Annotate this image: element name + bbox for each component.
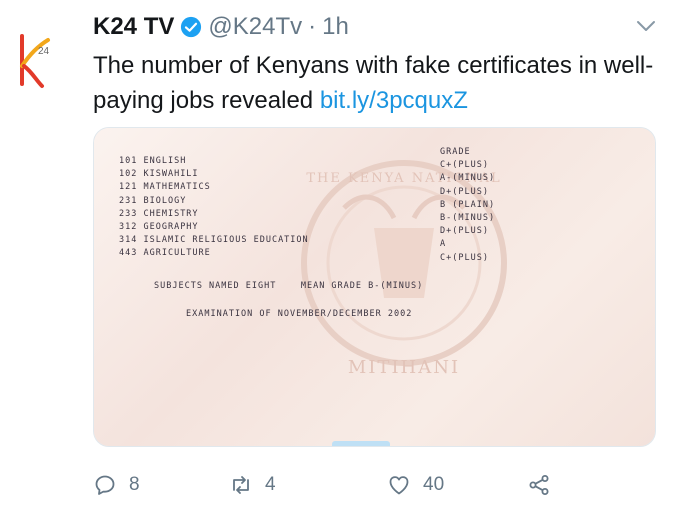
subject-row: 102 KISWAHILI — [119, 168, 309, 181]
subject-row: 121 MATHEMATICS — [119, 181, 309, 194]
subject-grade: C+(PLUS) — [440, 252, 489, 263]
subject-code: 121 — [119, 182, 138, 193]
subject-row: 233 CHEMISTRY — [119, 208, 309, 221]
crest-bottom-text: MITIHANI — [348, 357, 460, 378]
subject-name: ISLAMIC RELIGIOUS EDUCATION — [143, 235, 309, 246]
retweet-count: 4 — [265, 474, 276, 495]
subject-code: 443 — [119, 248, 138, 259]
subject-code: 233 — [119, 208, 138, 219]
separator-dot: · — [308, 13, 317, 40]
heart-icon — [389, 476, 409, 495]
subject-grade: B-(MINUS) — [440, 213, 496, 224]
tweet-header: K24 TV @K24Tv · 1h — [93, 12, 349, 42]
subject-name: AGRICULTURE — [143, 248, 211, 259]
subject-row: 312 GEOGRAPHY — [119, 221, 309, 234]
grade-header: GRADE — [440, 147, 471, 157]
subject-grade: B (PLAIN) — [440, 199, 496, 210]
tweet-link[interactable]: bit.ly/3pcquxZ — [320, 87, 468, 114]
subjects-summary: SUBJECTS NAMED EIGHT MEAN GRADE B-(MINUS… — [154, 280, 423, 293]
subject-row: 101 ENGLISH — [119, 155, 309, 168]
subject-row: 314 ISLAMIC RELIGIOUS EDUCATION — [119, 234, 309, 247]
account-name[interactable]: K24 TV — [93, 13, 174, 41]
k24-logo-avatar[interactable]: 24 — [14, 32, 60, 90]
share-button[interactable] — [527, 467, 563, 503]
tweet-media-image[interactable]: THE KENYA NATIONAL MITIHANI 101 ENGLISH 1… — [93, 127, 656, 447]
subject-row: 443 AGRICULTURE — [119, 247, 309, 260]
subject-code: 312 — [119, 222, 138, 233]
avatar-text: 24 — [38, 46, 50, 57]
subject-name: KISWAHILI — [143, 169, 199, 180]
grades-list: GRADE C+(PLUS) A-(MINUS) D+(PLUS) B (PLAIN) B… — [440, 146, 495, 265]
subject-code: 102 — [119, 169, 138, 180]
subject-row: 231 BIOLOGY — [119, 195, 309, 208]
subject-grade: A-(MINUS) — [440, 173, 496, 184]
subject-name: CHEMISTRY — [143, 208, 199, 219]
mean-grade: MEAN GRADE B-(MINUS) — [300, 281, 424, 291]
retweet-button[interactable]: 4 — [229, 467, 276, 503]
retweet-icon — [233, 476, 249, 494]
subject-name: MATHEMATICS — [143, 182, 211, 193]
subject-grade: C+(PLUS) — [440, 160, 489, 171]
like-button[interactable]: 40 — [387, 467, 444, 503]
subject-name: GEOGRAPHY — [143, 222, 199, 233]
subject-name: BIOLOGY — [143, 195, 187, 206]
subject-grade: D+(PLUS) — [440, 186, 489, 197]
subject-name: ENGLISH — [143, 156, 187, 166]
tweet-actions: 8 4 40 — [93, 467, 663, 503]
chevron-down-icon[interactable] — [635, 18, 657, 34]
examination-line: EXAMINATION OF NOVEMBER/DECEMBER 2002 — [186, 309, 413, 319]
verified-badge-icon — [181, 16, 202, 38]
share-icon — [529, 475, 549, 495]
like-count: 40 — [423, 474, 445, 495]
reply-button[interactable]: 8 — [93, 467, 140, 503]
tweet-time[interactable]: 1h — [322, 13, 349, 41]
subject-code: 101 — [119, 156, 138, 166]
account-handle[interactable]: @K24Tv — [208, 13, 302, 41]
reply-count: 8 — [129, 474, 140, 495]
tweet-text: The number of Kenyans with fake certific… — [93, 48, 663, 118]
subject-code: 231 — [119, 195, 138, 206]
subjects-named: SUBJECTS NAMED EIGHT — [154, 281, 277, 291]
subject-code: 314 — [119, 235, 138, 246]
subjects-list: 101 ENGLISH 102 KISWAHILI 121 MATHEMATICS 2… — [119, 155, 309, 261]
subject-grade: A — [440, 239, 447, 250]
media-overlay-tab — [332, 441, 390, 446]
subject-grade: D+(PLUS) — [440, 226, 489, 237]
reply-icon — [95, 475, 115, 495]
